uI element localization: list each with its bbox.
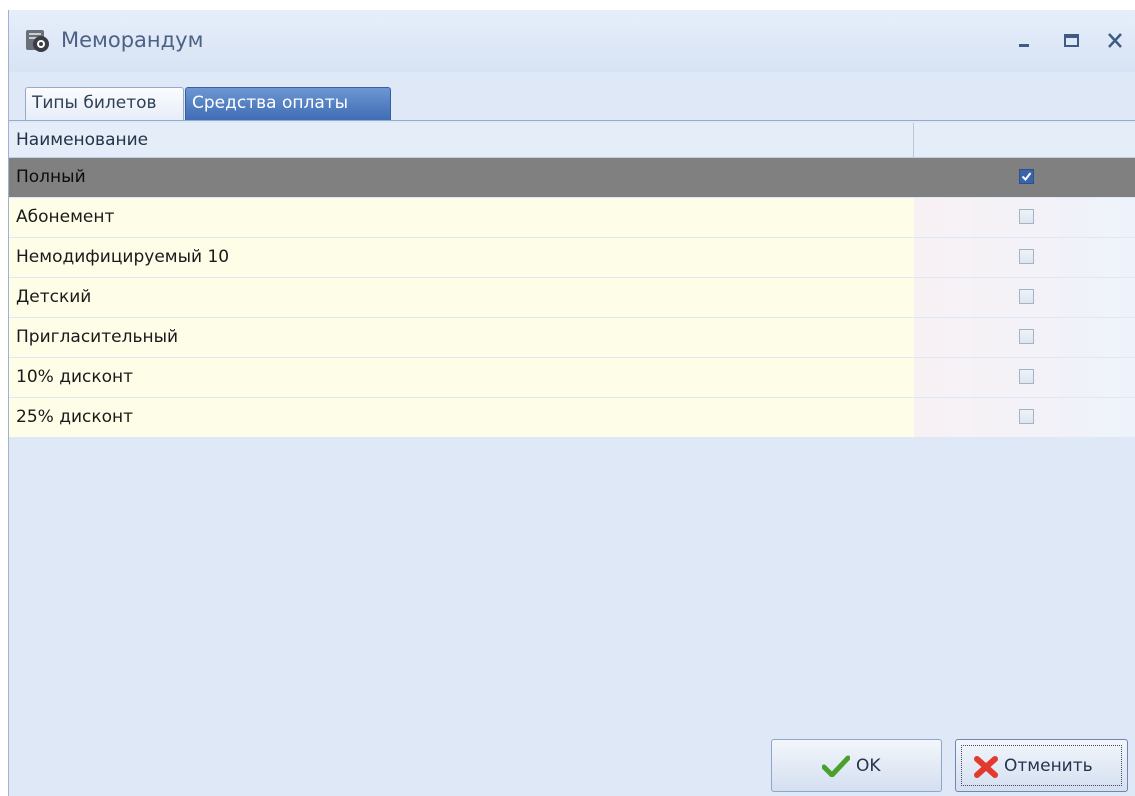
cancel-button[interactable]: Отменить bbox=[955, 739, 1128, 792]
checkmark-icon bbox=[1021, 172, 1032, 182]
cancel-button-label: Отменить bbox=[1004, 756, 1093, 776]
row-name-cell[interactable]: 10% дисконт bbox=[9, 358, 914, 397]
tab-payment-methods[interactable]: Средства оплаты bbox=[185, 87, 391, 120]
table-row[interactable]: Детский bbox=[9, 278, 1135, 317]
row-checkbox[interactable] bbox=[1019, 249, 1034, 264]
grid-header: Наименование bbox=[9, 123, 1135, 158]
checkmark-icon bbox=[821, 755, 851, 782]
row-name-cell[interactable]: Немодифицируемый 10 bbox=[9, 238, 914, 277]
tab-ticket-types[interactable]: Типы билетов bbox=[25, 87, 184, 120]
table-row[interactable]: Полный bbox=[9, 158, 1135, 197]
row-checkbox-cell[interactable] bbox=[914, 318, 1135, 357]
row-name-cell[interactable]: Полный bbox=[9, 158, 914, 197]
row-checkbox-cell[interactable] bbox=[914, 158, 1135, 197]
table-row[interactable]: Немодифицируемый 10 bbox=[9, 238, 1135, 277]
table-row[interactable]: Пригласительный bbox=[9, 318, 1135, 357]
memorandum-app-icon bbox=[23, 26, 51, 54]
row-checkbox[interactable] bbox=[1019, 369, 1034, 384]
red-x-icon bbox=[973, 755, 999, 784]
title-bar[interactable]: Меморандум bbox=[9, 10, 1135, 72]
minimize-icon[interactable] bbox=[1011, 30, 1037, 52]
row-checkbox-cell[interactable] bbox=[914, 198, 1135, 237]
table-row[interactable]: 25% дисконт bbox=[9, 398, 1135, 437]
ticket-types-grid[interactable]: Наименование Полный Абонемент Немодифициру… bbox=[9, 123, 1135, 442]
row-checkbox[interactable] bbox=[1019, 289, 1034, 304]
ok-button[interactable]: OK bbox=[771, 739, 942, 792]
tab-strip: Типы билетов Средства оплаты bbox=[9, 75, 1135, 120]
ok-button-label: OK bbox=[856, 756, 881, 776]
maximize-icon[interactable] bbox=[1058, 30, 1084, 52]
row-name-cell[interactable]: Абонемент bbox=[9, 198, 914, 237]
row-checkbox-cell[interactable] bbox=[914, 358, 1135, 397]
row-checkbox[interactable] bbox=[1019, 209, 1034, 224]
row-name-cell[interactable]: Детский bbox=[9, 278, 914, 317]
table-row[interactable]: 10% дисконт bbox=[9, 358, 1135, 397]
tab-divider bbox=[9, 120, 1135, 121]
row-checkbox[interactable] bbox=[1019, 169, 1034, 184]
row-checkbox-cell[interactable] bbox=[914, 278, 1135, 317]
close-icon[interactable] bbox=[1102, 30, 1128, 52]
row-checkbox[interactable] bbox=[1019, 329, 1034, 344]
column-header-name[interactable]: Наименование bbox=[9, 123, 914, 157]
row-name-cell[interactable]: Пригласительный bbox=[9, 318, 914, 357]
row-checkbox-cell[interactable] bbox=[914, 398, 1135, 437]
memorandum-window: Меморандум Типы билетов Средства оплаты … bbox=[8, 10, 1135, 796]
row-name-cell[interactable]: 25% дисконт bbox=[9, 398, 914, 437]
window-title: Меморандум bbox=[61, 28, 204, 52]
table-row[interactable]: Абонемент bbox=[9, 198, 1135, 237]
row-checkbox[interactable] bbox=[1019, 409, 1034, 424]
row-checkbox-cell[interactable] bbox=[914, 238, 1135, 277]
